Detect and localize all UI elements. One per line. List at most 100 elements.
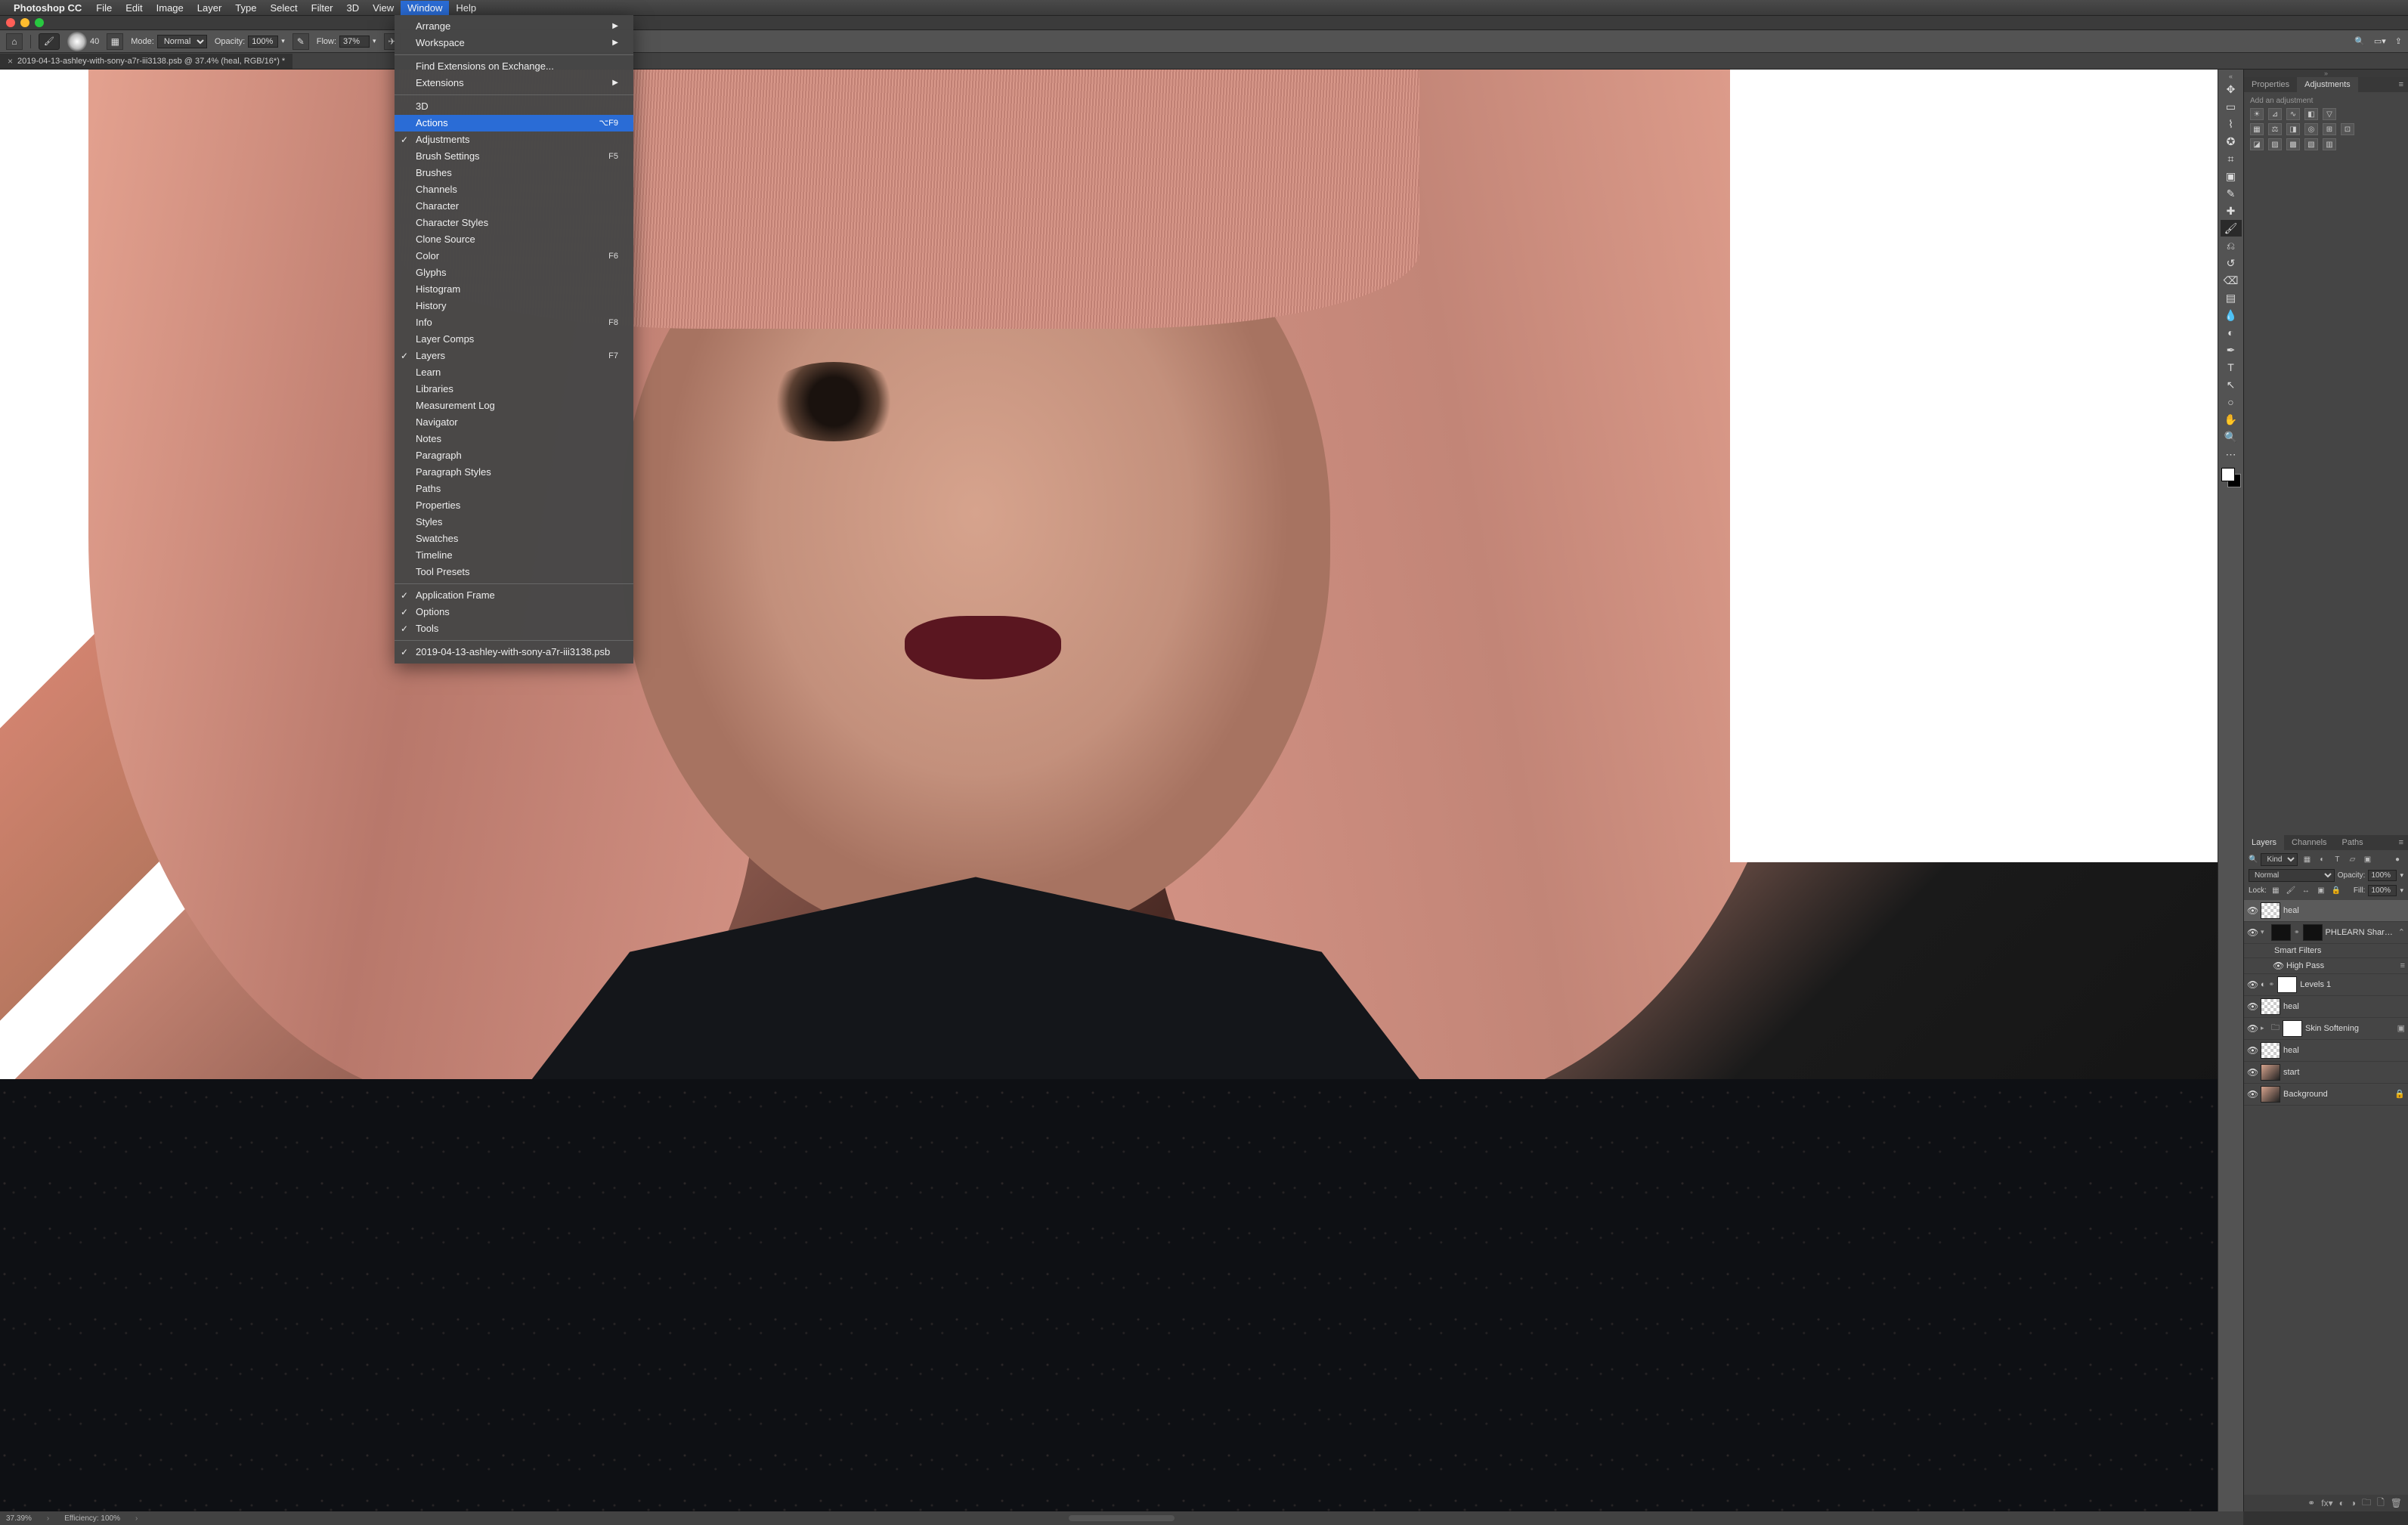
menu-filter[interactable]: Filter xyxy=(305,1,340,15)
layer-row[interactable]: 👁High Pass≡ xyxy=(2244,958,2408,974)
menu-window[interactable]: Window xyxy=(401,1,449,15)
app-name[interactable]: Photoshop CC xyxy=(14,2,82,14)
layer-row[interactable]: 👁start xyxy=(2244,1062,2408,1084)
layer-thumbnail[interactable] xyxy=(2261,902,2280,919)
visibility-toggle[interactable]: 👁 xyxy=(2247,979,2258,990)
menu-item-clone-source[interactable]: Clone Source xyxy=(395,231,633,248)
layer-name[interactable]: heal xyxy=(2283,1046,2405,1055)
bw-icon[interactable]: ◨ xyxy=(2286,123,2300,135)
layer-name[interactable]: High Pass xyxy=(2286,961,2397,970)
crop-tool[interactable]: ⌗ xyxy=(2221,150,2242,167)
menu-item-2019-04-13-ashley-with-sony-a7r-iii3138-psb[interactable]: ✓2019-04-13-ashley-with-sony-a7r-iii3138… xyxy=(395,644,633,660)
workspace-icon[interactable]: ▭▾ xyxy=(2374,36,2386,46)
fx-icon[interactable]: fx▾ xyxy=(2321,1498,2332,1508)
filter-smart-icon[interactable]: ▣ xyxy=(2361,853,2373,865)
layer-name[interactable]: Skin Softening xyxy=(2305,1024,2394,1033)
visibility-toggle[interactable]: 👁 xyxy=(2247,1023,2258,1034)
lock-pixels-icon[interactable]: 🖌 xyxy=(2285,885,2297,897)
layer-thumbnail[interactable] xyxy=(2261,998,2280,1015)
close-tab-icon[interactable]: × xyxy=(8,56,13,67)
menu-item-character-styles[interactable]: Character Styles xyxy=(395,215,633,231)
filter-shape-icon[interactable]: ▱ xyxy=(2346,853,2358,865)
blur-tool[interactable]: 💧 xyxy=(2221,307,2242,323)
link-layers-icon[interactable]: ⚭ xyxy=(2307,1498,2315,1508)
menu-item-timeline[interactable]: Timeline xyxy=(395,547,633,564)
menu-item-info[interactable]: InfoF8 xyxy=(395,314,633,331)
filter-type-icon[interactable]: T xyxy=(2331,853,2343,865)
collapse-smart-icon[interactable]: ⌃ xyxy=(2398,927,2405,937)
color-swatches[interactable] xyxy=(2221,468,2241,487)
dodge-tool[interactable]: ◐ xyxy=(2221,324,2242,341)
frame-tool[interactable]: ▣ xyxy=(2221,168,2242,184)
lasso-tool[interactable]: ⌇ xyxy=(2221,116,2242,132)
menu-item-arrange[interactable]: Arrange▶ xyxy=(395,18,633,35)
menu-item-find-extensions-on-exchange-[interactable]: Find Extensions on Exchange... xyxy=(395,58,633,75)
pressure-opacity-toggle[interactable]: ✎ xyxy=(292,33,309,50)
menu-item-extensions[interactable]: Extensions▶ xyxy=(395,75,633,91)
vibrance-icon[interactable]: ▽ xyxy=(2323,108,2336,120)
eraser-tool[interactable]: ⌫ xyxy=(2221,272,2242,289)
menu-image[interactable]: Image xyxy=(150,1,190,15)
tab-channels[interactable]: Channels xyxy=(2284,835,2334,850)
tab-properties[interactable]: Properties xyxy=(2244,77,2297,92)
hand-tool[interactable]: ✋ xyxy=(2221,411,2242,428)
expand-tools-icon[interactable]: « xyxy=(2218,73,2243,80)
layer-row[interactable]: 👁◐⚭Levels 1 xyxy=(2244,974,2408,996)
channel-mixer-icon[interactable]: ⊞ xyxy=(2323,123,2336,135)
zoom-window-button[interactable] xyxy=(35,18,44,27)
type-tool[interactable]: T xyxy=(2221,359,2242,376)
menu-item-channels[interactable]: Channels xyxy=(395,181,633,198)
invert-icon[interactable]: ◪ xyxy=(2250,138,2264,150)
disclosure-icon[interactable]: ▾ xyxy=(2261,928,2268,936)
filter-adjust-icon[interactable]: ◐ xyxy=(2316,853,2328,865)
menu-item-application-frame[interactable]: ✓Application Frame xyxy=(395,587,633,604)
menu-item-tools[interactable]: ✓Tools xyxy=(395,620,633,637)
brush-tool[interactable]: 🖌 xyxy=(2221,220,2242,237)
opacity-input[interactable] xyxy=(248,36,278,48)
visibility-toggle[interactable]: 👁 xyxy=(2247,1045,2258,1056)
layer-thumbnail[interactable] xyxy=(2271,924,2291,941)
layer-name[interactable]: heal xyxy=(2283,1002,2405,1011)
new-group-icon[interactable]: 🗀 xyxy=(2362,1496,2371,1511)
layer-thumbnail[interactable] xyxy=(2261,1042,2280,1059)
brush-picker[interactable]: 40 xyxy=(67,32,99,51)
menu-item-color[interactable]: ColorF6 xyxy=(395,248,633,264)
menu-item-histogram[interactable]: Histogram xyxy=(395,281,633,298)
layer-name[interactable]: Background xyxy=(2283,1090,2391,1099)
blend-mode-select[interactable]: Normal xyxy=(157,35,207,48)
menu-item-learn[interactable]: Learn xyxy=(395,364,633,381)
menu-3d[interactable]: 3D xyxy=(340,1,367,15)
gradient-tool[interactable]: ▤ xyxy=(2221,289,2242,306)
menu-item-notes[interactable]: Notes xyxy=(395,431,633,447)
menu-item-options[interactable]: ✓Options xyxy=(395,604,633,620)
visibility-toggle[interactable]: 👁 xyxy=(2247,905,2258,916)
visibility-toggle[interactable]: 👁 xyxy=(2247,1089,2258,1100)
menu-item-actions[interactable]: Actions⌥F9 xyxy=(395,115,633,131)
menu-type[interactable]: Type xyxy=(228,1,263,15)
menu-item-swatches[interactable]: Swatches xyxy=(395,531,633,547)
flow-input[interactable] xyxy=(339,36,370,48)
menu-select[interactable]: Select xyxy=(263,1,304,15)
menu-help[interactable]: Help xyxy=(449,1,483,15)
menu-item-character[interactable]: Character xyxy=(395,198,633,215)
menu-view[interactable]: View xyxy=(366,1,401,15)
menu-item-history[interactable]: History xyxy=(395,298,633,314)
filter-toggle-icon[interactable]: ● xyxy=(2391,853,2403,865)
layer-name[interactable]: Smart Filters xyxy=(2274,946,2405,955)
menu-item-tool-presets[interactable]: Tool Presets xyxy=(395,564,633,580)
hue-sat-icon[interactable]: ▦ xyxy=(2250,123,2264,135)
curves-icon[interactable]: ∿ xyxy=(2286,108,2300,120)
menu-item-layers[interactable]: ✓LayersF7 xyxy=(395,348,633,364)
new-adjustment-icon[interactable]: ◑ xyxy=(2351,1498,2356,1508)
add-mask-icon[interactable]: ◐ xyxy=(2339,1498,2345,1508)
layer-row[interactable]: 👁heal xyxy=(2244,900,2408,922)
lock-transparency-icon[interactable]: ▦ xyxy=(2270,885,2282,897)
mask-thumbnail[interactable] xyxy=(2283,1020,2302,1037)
marquee-tool[interactable]: ▭ xyxy=(2221,98,2242,115)
menu-item-3d[interactable]: 3D xyxy=(395,98,633,115)
foreground-color-swatch[interactable] xyxy=(2221,468,2235,481)
disclosure-icon[interactable]: ▸ xyxy=(2261,1024,2268,1032)
brightness-contrast-icon[interactable]: ☀ xyxy=(2250,108,2264,120)
close-window-button[interactable] xyxy=(6,18,15,27)
color-lookup-icon[interactable]: ⊡ xyxy=(2341,123,2354,135)
